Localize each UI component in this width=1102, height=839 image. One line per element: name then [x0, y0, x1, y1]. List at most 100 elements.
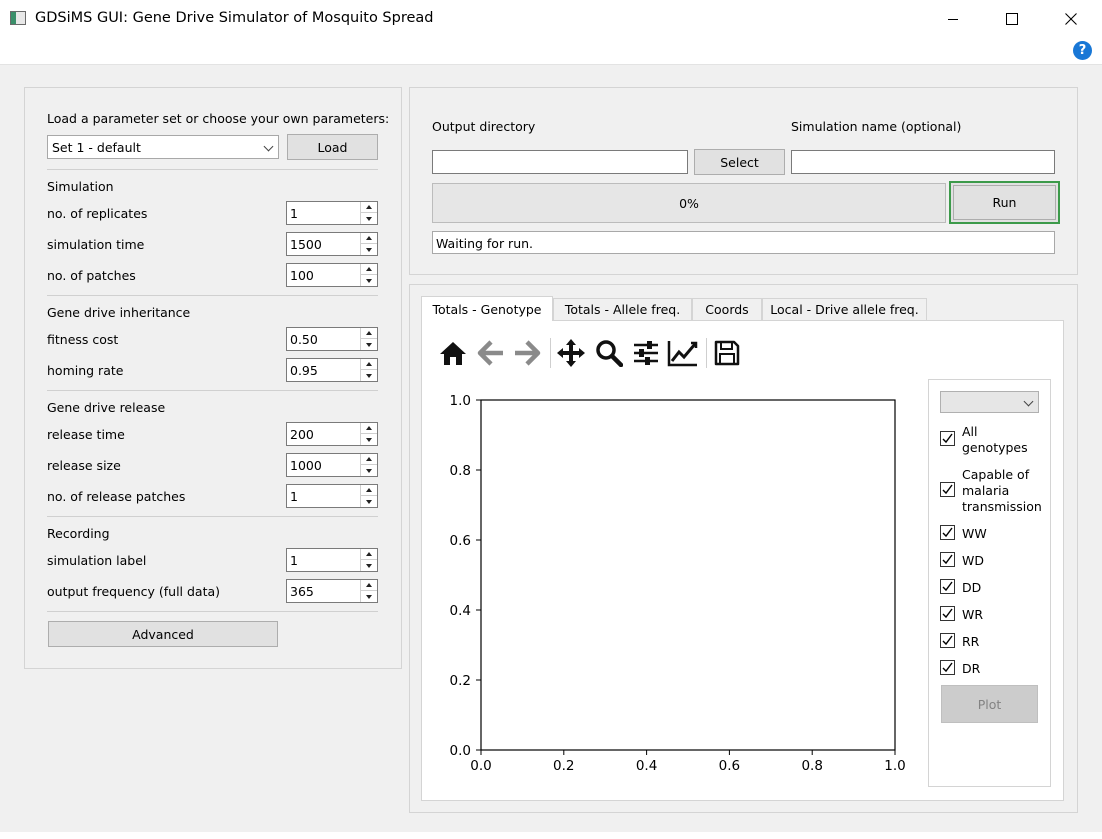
spin-up-button[interactable]	[361, 264, 377, 275]
spin-up-button[interactable]	[361, 549, 377, 560]
homing-rate-label: homing rate	[47, 363, 124, 378]
close-icon	[1065, 13, 1077, 25]
dd-checkbox[interactable]	[940, 579, 955, 594]
x-axis: 0.0 0.2 0.4 0.6 0.8 1.0	[470, 750, 906, 774]
status-field: Waiting for run.	[432, 231, 1055, 254]
toolbar-separator	[550, 338, 551, 368]
series-select[interactable]	[940, 391, 1039, 413]
fitness-cost-spinbox[interactable]: 0.50	[286, 327, 378, 351]
spin-down-button[interactable]	[361, 434, 377, 445]
tab-totals-allele-freq[interactable]: Totals - Allele freq.	[553, 298, 692, 320]
back-icon[interactable]	[475, 336, 507, 370]
close-button[interactable]	[1042, 0, 1100, 38]
spin-down-button[interactable]	[361, 496, 377, 507]
homing-rate-spinbox[interactable]: 0.95	[286, 358, 378, 382]
sim-time-label: simulation time	[47, 237, 145, 252]
all-genotypes-label: All genotypes	[962, 424, 1028, 455]
wd-checkbox[interactable]	[940, 552, 955, 567]
chart: 0.0 0.2 0.4 0.6 0.8 1.0 0.0 0.2 0.4 0.6 0.8 1.0	[450, 393, 906, 774]
toolbar-separator	[706, 338, 707, 368]
spin-down-button[interactable]	[361, 465, 377, 476]
maximize-icon	[1006, 13, 1018, 25]
help-button[interactable]: ?	[1073, 41, 1092, 60]
spin-up-button[interactable]	[361, 454, 377, 465]
spin-up-button[interactable]	[361, 233, 377, 244]
select-button[interactable]: Select	[694, 149, 785, 175]
spin-down-button[interactable]	[361, 370, 377, 381]
menu-strip	[0, 38, 1102, 65]
spin-down-button[interactable]	[361, 213, 377, 224]
y-tick-label: 0.8	[450, 463, 471, 479]
release-size-value: 1000	[290, 458, 322, 473]
output-frequency-spinbox[interactable]: 365	[286, 579, 378, 603]
spin-down-button[interactable]	[361, 244, 377, 255]
checkmark-icon	[942, 608, 953, 619]
checkmark-icon	[942, 581, 953, 592]
maximize-button[interactable]	[983, 0, 1041, 38]
zoom-icon[interactable]	[593, 336, 625, 370]
ww-label: WW	[962, 526, 987, 541]
spin-up-button[interactable]	[361, 485, 377, 496]
preset-select[interactable]: Set 1 - default	[47, 135, 279, 159]
release-size-spinbox[interactable]: 1000	[286, 453, 378, 477]
spin-down-button[interactable]	[361, 339, 377, 350]
release-size-label: release size	[47, 458, 121, 473]
spin-up-button[interactable]	[361, 423, 377, 434]
advanced-button[interactable]: Advanced	[48, 621, 278, 647]
home-icon[interactable]	[437, 336, 469, 370]
tab-coords[interactable]: Coords	[692, 298, 762, 320]
fitness-cost-value: 0.50	[290, 332, 318, 347]
release-patches-label: no. of release patches	[47, 489, 186, 504]
replicates-label: no. of replicates	[47, 206, 148, 221]
edit-axis-icon[interactable]	[667, 336, 699, 370]
save-icon[interactable]	[711, 336, 743, 370]
output-directory-label: Output directory	[432, 119, 536, 134]
spin-down-button[interactable]	[361, 275, 377, 286]
simulation-header: Simulation	[47, 179, 114, 194]
spin-down-button[interactable]	[361, 560, 377, 571]
output-directory-input[interactable]	[432, 150, 688, 174]
checkmark-icon	[942, 635, 953, 646]
rr-checkbox[interactable]	[940, 633, 955, 648]
tab-local-drive-allele-freq[interactable]: Local - Drive allele freq.	[762, 298, 927, 320]
x-tick-label: 0.6	[719, 758, 740, 774]
release-patches-spinbox[interactable]: 1	[286, 484, 378, 508]
release-patches-value: 1	[290, 489, 298, 504]
replicates-spinbox[interactable]: 1	[286, 201, 378, 225]
wr-checkbox[interactable]	[940, 606, 955, 621]
y-tick-label: 0.4	[450, 603, 471, 619]
release-time-spinbox[interactable]: 200	[286, 422, 378, 446]
simulation-name-input[interactable]	[791, 150, 1055, 174]
release-header: Gene drive release	[47, 400, 166, 415]
run-button[interactable]: Run	[949, 181, 1060, 224]
divider	[47, 169, 378, 170]
dr-label: DR	[962, 661, 981, 676]
plot-button[interactable]: Plot	[941, 685, 1038, 723]
checkmark-icon	[942, 662, 953, 673]
simulation-name-label: Simulation name (optional)	[791, 119, 962, 134]
spin-up-button[interactable]	[361, 328, 377, 339]
x-tick-label: 0.4	[636, 758, 657, 774]
minimize-button[interactable]	[924, 0, 982, 38]
dd-label: DD	[962, 580, 982, 595]
sim-label-spinbox[interactable]: 1	[286, 548, 378, 572]
pan-icon[interactable]	[555, 336, 587, 370]
sim-time-spinbox[interactable]: 1500	[286, 232, 378, 256]
all-genotypes-checkbox[interactable]	[940, 431, 955, 446]
malaria-capable-checkbox[interactable]	[940, 482, 955, 497]
load-button[interactable]: Load	[287, 134, 378, 160]
configure-subplots-icon[interactable]	[630, 336, 662, 370]
release-time-label: release time	[47, 427, 125, 442]
ww-checkbox[interactable]	[940, 525, 955, 540]
divider	[47, 390, 378, 391]
tab-totals-genotype[interactable]: Totals - Genotype	[421, 296, 553, 321]
spin-down-button[interactable]	[361, 591, 377, 602]
run-button-label: Run	[953, 185, 1056, 220]
spin-up-button[interactable]	[361, 580, 377, 591]
spin-up-button[interactable]	[361, 359, 377, 370]
spin-up-button[interactable]	[361, 202, 377, 213]
forward-icon[interactable]	[511, 336, 543, 370]
patches-spinbox[interactable]: 100	[286, 263, 378, 287]
x-tick-label: 0.8	[801, 758, 822, 774]
dr-checkbox[interactable]	[940, 660, 955, 675]
